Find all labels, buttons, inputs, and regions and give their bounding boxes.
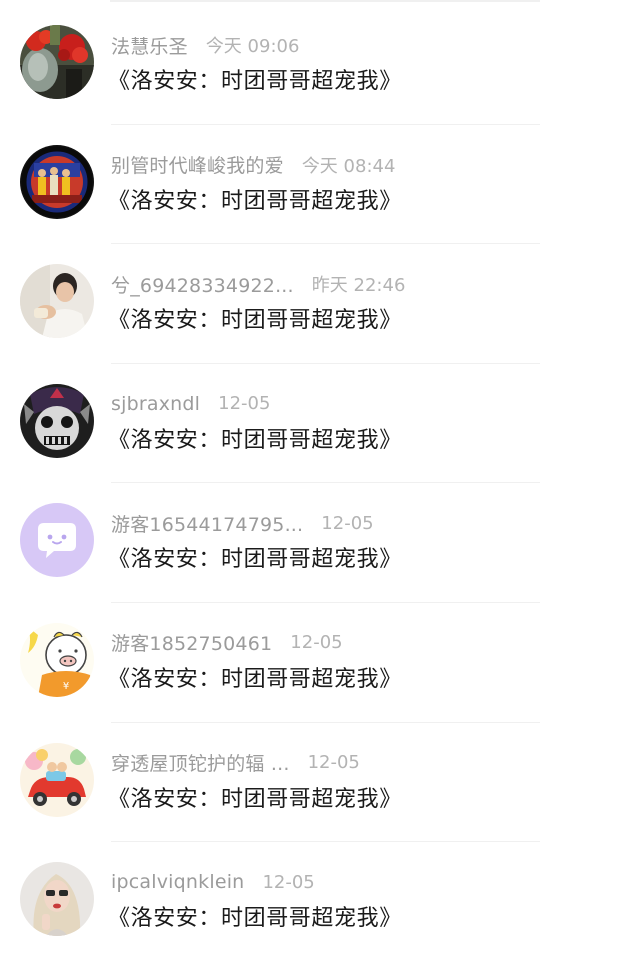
list-item[interactable]: sjbraxndl 12-05 《洛安安：时团哥哥超宠我》 [0, 364, 640, 484]
dark-mask-avatar-icon [20, 383, 94, 458]
username[interactable]: 游客1852750461 [111, 629, 272, 656]
avatar[interactable] [20, 742, 94, 817]
comment-text: 《洛安安：时团哥哥超宠我》 [108, 547, 402, 573]
list-item[interactable]: 穿透屋顶铊护的辐 ... 12-05 《洛安安：时团哥哥超宠我》 [0, 723, 640, 843]
list-item[interactable]: 兮_69428334922... 昨天 22:46 《洛安安：时团哥哥超宠我》 [0, 244, 640, 364]
timestamp: 12-05 [218, 393, 271, 415]
chat-bubble-avatar-icon [20, 503, 94, 578]
avatar[interactable] [20, 503, 94, 578]
comment-text: 《洛安安：时团哥哥超宠我》 [108, 427, 402, 453]
username[interactable]: 法慧乐圣 [111, 32, 188, 59]
username[interactable]: 兮_69428334922... [111, 271, 294, 298]
blonde-person-avatar-icon [20, 862, 94, 937]
timestamp: 12-05 [307, 752, 360, 774]
timestamp: 昨天 22:46 [311, 275, 406, 297]
list-item[interactable]: 别管时代峰峻我的爱 今天 08:44 《洛安安：时团哥哥超宠我》 [0, 125, 640, 245]
avatar[interactable] [20, 25, 94, 99]
timestamp: 12-05 [321, 512, 374, 534]
list-item[interactable]: 法慧乐圣 今天 09:06 《洛安安：时团哥哥超宠我》 [0, 5, 640, 125]
list-item[interactable]: ¥ 游客1852750461 12-05 《洛安安：时团哥哥超宠我》 [0, 603, 640, 723]
comment-meta: 游客16544174795... 12-05 [111, 510, 374, 536]
group-photo-avatar-icon [20, 144, 94, 219]
timestamp: 12-05 [262, 871, 315, 893]
cartoon-car-avatar-icon [20, 742, 94, 817]
comment-meta: sjbraxndl 12-05 [111, 391, 270, 417]
cartoon-pig-avatar-icon: ¥ [20, 622, 94, 697]
comment-meta: 法慧乐圣 今天 09:06 [111, 32, 299, 58]
avatar[interactable] [20, 144, 94, 219]
username[interactable]: 穿透屋顶铊护的辐 ... [111, 749, 290, 776]
top-divider [110, 0, 540, 2]
comment-text: 《洛安安：时团哥哥超宠我》 [108, 308, 402, 334]
comment-meta: ipcalviqnklein 12-05 [111, 869, 315, 895]
comment-text: 《洛安安：时团哥哥超宠我》 [108, 906, 402, 932]
comment-meta: 兮_69428334922... 昨天 22:46 [111, 271, 405, 297]
comment-meta: 游客1852750461 12-05 [111, 630, 343, 656]
comment-text: 《洛安安：时团哥哥超宠我》 [108, 188, 402, 214]
boy-photo-avatar-icon [20, 264, 94, 339]
username[interactable]: 游客16544174795... [111, 510, 303, 537]
avatar[interactable]: ¥ [20, 622, 94, 697]
timestamp: 12-05 [290, 632, 343, 654]
list-item[interactable]: 游客16544174795... 12-05 《洛安安：时团哥哥超宠我》 [0, 483, 640, 603]
comment-text: 《洛安安：时团哥哥超宠我》 [108, 786, 402, 812]
avatar[interactable] [20, 862, 94, 937]
svg-text:¥: ¥ [63, 681, 69, 692]
red-flowers-avatar-icon [20, 25, 94, 99]
username[interactable]: sjbraxndl [111, 393, 200, 415]
timestamp: 今天 08:44 [301, 155, 396, 177]
comment-text: 《洛安安：时团哥哥超宠我》 [108, 69, 402, 94]
comment-text: 《洛安安：时团哥哥超宠我》 [108, 666, 402, 692]
comment-meta: 别管时代峰峻我的爱 今天 08:44 [111, 152, 395, 178]
avatar[interactable] [20, 264, 94, 339]
comment-list: 法慧乐圣 今天 09:06 《洛安安：时团哥哥超宠我》 别管时代峰峻我的爱 今天… [0, 5, 640, 962]
username[interactable]: ipcalviqnklein [111, 871, 244, 893]
avatar[interactable] [20, 383, 94, 458]
comment-meta: 穿透屋顶铊护的辐 ... 12-05 [111, 750, 360, 776]
timestamp: 今天 09:06 [205, 36, 300, 57]
list-item[interactable]: ipcalviqnklein 12-05 《洛安安：时团哥哥超宠我》 [0, 842, 640, 962]
username[interactable]: 别管时代峰峻我的爱 [111, 151, 284, 178]
